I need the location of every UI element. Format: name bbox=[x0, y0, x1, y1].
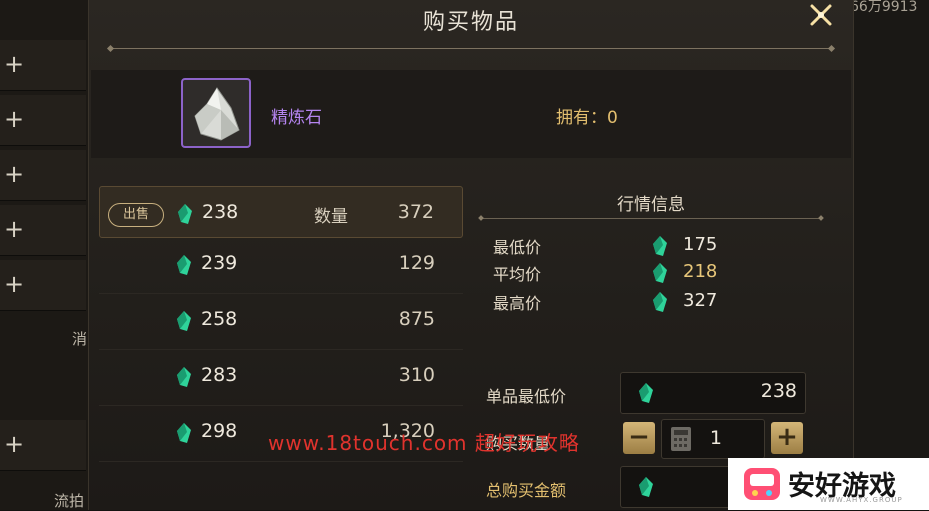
quantity-label: 数量 bbox=[314, 207, 348, 227]
decrease-quantity-button[interactable]: − bbox=[623, 422, 655, 454]
listing-row[interactable]: 出售 238 数量 372 bbox=[99, 186, 463, 238]
gem-icon bbox=[653, 292, 667, 312]
min-price-label: 最低价 bbox=[493, 238, 542, 257]
background-right-panel bbox=[852, 0, 929, 510]
gem-icon bbox=[653, 236, 667, 256]
close-x-icon bbox=[806, 3, 836, 38]
gem-icon bbox=[177, 423, 191, 443]
site-logo: 安好游戏 WWW.AHYX.GROUP bbox=[728, 458, 929, 510]
avg-price-value: 218 bbox=[683, 261, 718, 282]
gem-icon bbox=[177, 311, 191, 331]
quantity-input[interactable]: 1 bbox=[661, 419, 765, 459]
gem-icon bbox=[639, 383, 653, 403]
avg-price-label: 平均价 bbox=[493, 265, 542, 284]
background-row[interactable]: + bbox=[0, 205, 86, 256]
market-info-title: 行情信息 bbox=[617, 195, 685, 215]
listing-row[interactable]: 239 129 bbox=[99, 238, 463, 294]
dialog-title: 购买物品 bbox=[422, 10, 519, 35]
background-row[interactable]: + bbox=[0, 95, 86, 146]
gem-icon bbox=[639, 477, 653, 497]
max-price-value: 327 bbox=[683, 290, 718, 311]
plus-icon: + bbox=[4, 160, 25, 188]
plus-icon: + bbox=[4, 215, 25, 243]
background-text: 流拍 bbox=[54, 492, 85, 510]
listing-quantity: 372 bbox=[397, 201, 434, 223]
logo-subtext: WWW.AHYX.GROUP bbox=[820, 496, 903, 504]
max-price-row: 最高价 327 bbox=[493, 290, 813, 316]
calculator-icon[interactable] bbox=[670, 426, 692, 452]
plus-icon: + bbox=[4, 430, 25, 458]
listing-price: 258 bbox=[201, 308, 238, 330]
listing-row[interactable]: 283 310 bbox=[99, 350, 463, 406]
gem-icon bbox=[177, 367, 191, 387]
background-row[interactable]: + bbox=[0, 260, 86, 311]
background-row[interactable]: + bbox=[0, 150, 86, 201]
background-currency-text: 66万9913 bbox=[850, 0, 918, 15]
item-info-bar: 精炼石 拥有：0 bbox=[91, 70, 851, 158]
watermark-text: www.18touch.com 超好玩攻略 bbox=[268, 431, 580, 455]
avg-price-row: 平均价 218 bbox=[493, 261, 813, 287]
background-text: 消 bbox=[72, 330, 88, 348]
total-amount-label: 总购买金额 bbox=[486, 481, 567, 500]
refining-stone-icon[interactable] bbox=[181, 78, 251, 148]
background-left-panel: + + + + + 消 + 流拍 bbox=[0, 0, 95, 510]
sell-listings: 出售 238 数量 372 239 129 258 875 283 310 29… bbox=[99, 186, 463, 462]
logo-mark-icon bbox=[744, 468, 780, 500]
background-row[interactable]: + bbox=[0, 420, 86, 471]
market-divider bbox=[481, 218, 821, 219]
min-price-value: 175 bbox=[683, 234, 718, 255]
increase-quantity-button[interactable]: + bbox=[771, 422, 803, 454]
plus-icon: + bbox=[4, 270, 25, 298]
listing-price: 239 bbox=[201, 252, 238, 274]
unit-min-price-field: 238 bbox=[620, 372, 806, 414]
unit-min-price-label: 单品最低价 bbox=[486, 387, 567, 406]
listing-price: 238 bbox=[202, 201, 239, 223]
gem-icon bbox=[653, 263, 667, 283]
listing-quantity: 310 bbox=[398, 364, 435, 386]
sell-badge: 出售 bbox=[108, 203, 164, 227]
unit-min-price-value: 238 bbox=[760, 380, 797, 402]
title-divider bbox=[111, 48, 831, 49]
gem-icon bbox=[178, 204, 192, 224]
listing-quantity: 875 bbox=[398, 308, 435, 330]
listing-price: 283 bbox=[201, 364, 238, 386]
plus-icon: + bbox=[4, 50, 25, 78]
quantity-value: 1 bbox=[709, 427, 722, 449]
owned-count: 拥有：0 bbox=[556, 108, 618, 128]
item-name: 精炼石 bbox=[271, 108, 322, 128]
listing-quantity: 129 bbox=[398, 252, 435, 274]
listing-row[interactable]: 258 875 bbox=[99, 294, 463, 350]
close-button[interactable] bbox=[803, 0, 839, 34]
max-price-label: 最高价 bbox=[493, 294, 542, 313]
gem-icon bbox=[177, 255, 191, 275]
listing-price: 298 bbox=[201, 420, 238, 442]
plus-icon: + bbox=[4, 105, 25, 133]
min-price-row: 最低价 175 bbox=[493, 234, 813, 260]
background-row[interactable]: + bbox=[0, 40, 86, 91]
